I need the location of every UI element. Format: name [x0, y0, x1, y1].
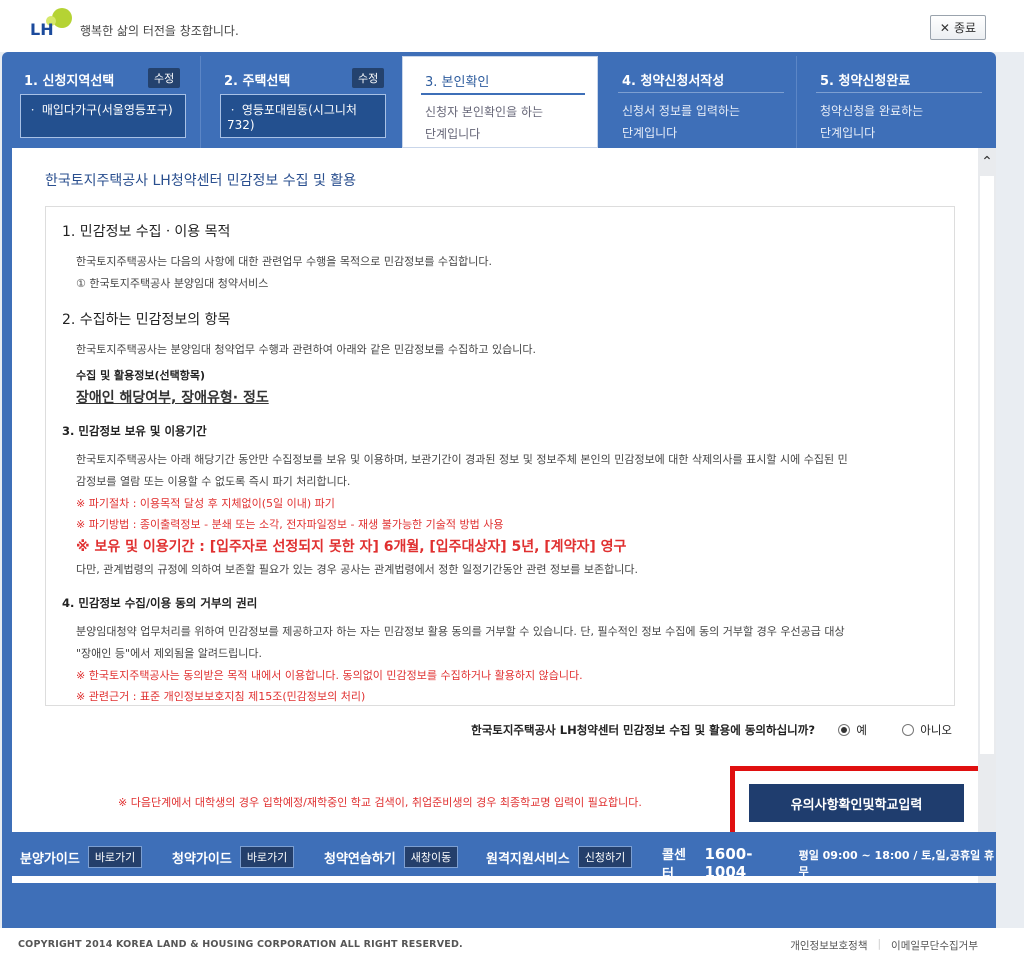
step-4-underline	[618, 92, 784, 93]
step-5-desc: 청약신청을 완료하는 단계입니다	[820, 100, 923, 144]
slogan: 행복한 삶의 터전을 창조합니다.	[80, 24, 239, 38]
s4-notice-2: ※ 관련근거 : 표준 개인정보보호지침 제15조(민감정보의 처리)	[76, 690, 366, 703]
step-5-desc-line2: 단계입니다	[820, 126, 876, 140]
remote-support: 원격지원서비스 신청하기	[486, 846, 633, 868]
s1-item: ① 한국토지주택공사 분양임대 청약서비스	[76, 277, 269, 290]
step-2-edit-button[interactable]: 수정	[352, 68, 385, 88]
s1-title: 1. 민감정보 수집ㆍ이용 목적	[62, 224, 231, 240]
s2-subtitle: 수집 및 활용정보(선택항목)	[76, 369, 206, 382]
step-2-title: 2. 주택선택	[224, 74, 291, 89]
subscription-guide-button[interactable]: 바로가기	[239, 846, 295, 868]
email-refusal-link[interactable]: 이메일무단수집거부	[891, 938, 978, 953]
step-4: 4. 청약신청서작성 신청서 정보를 입력하는 단계입니다	[600, 56, 796, 148]
step-2-selected-value: ㆍ 영등포대림동(시그니처732)	[220, 94, 386, 138]
step-3-underline	[421, 93, 585, 95]
main-frame: 1. 신청지역선택 수정 ㆍ 매입다가구(서울영등포구) 2. 주택선택 수정 …	[2, 52, 996, 928]
agree-yes-label: 예	[856, 723, 867, 737]
bottom-bar: 분양가이드 바로가기 청약가이드 바로가기 청약연습하기 새창이동 원격지원서비…	[2, 832, 996, 882]
step-indicator: 1. 신청지역선택 수정 ㆍ 매입다가구(서울영등포구) 2. 주택선택 수정 …	[2, 52, 996, 148]
logo: LH	[30, 20, 54, 39]
agree-no-label: 아니오	[920, 723, 952, 737]
s1-paragraph: 한국토지주택공사는 다음의 사항에 대한 관련업무 수행을 목적으로 민감정보를…	[76, 255, 493, 268]
s3-destroy-method: ※ 파기방법 : 종이출력정보 - 분쇄 또는 소각, 전자파일정보 - 재생 …	[76, 518, 504, 531]
step-1-edit-button[interactable]: 수정	[148, 68, 181, 88]
call-center-hours: 평일 09:00 ~ 18:00 / 토,일,공휴일 휴무	[798, 849, 995, 878]
practice-button[interactable]: 새창이동	[403, 846, 459, 868]
step-4-title: 4. 청약신청서작성	[622, 74, 725, 89]
step-divider	[796, 56, 797, 148]
step-1: 1. 신청지역선택 수정 ㆍ 매입다가구(서울영등포구)	[2, 56, 200, 148]
s4-title: 4. 민감정보 수집/이용 동의 거부의 권리	[62, 596, 258, 610]
step-4-desc: 신청서 정보를 입력하는 단계입니다	[622, 100, 740, 144]
consent-text-box: 1. 민감정보 수집ㆍ이용 목적 한국토지주택공사는 다음의 사항에 대한 관련…	[45, 206, 955, 706]
top-bar: LH 행복한 삶의 터전을 창조합니다. ✕ 종료	[0, 0, 1024, 52]
step-5-underline	[816, 92, 982, 93]
step-4-desc-line2: 단계입니다	[622, 126, 678, 140]
s2-items: 장애인 해당여부, 장애유형· 정도	[76, 390, 269, 406]
s4-paragraph-1: 분양임대청약 업무처리를 위하여 민감정보를 제공하고자 하는 자는 민감정보 …	[76, 625, 845, 638]
step-4-desc-line1: 신청서 정보를 입력하는	[622, 104, 741, 118]
step-5-desc-line1: 청약신청을 완료하는	[820, 104, 924, 118]
agree-row: 한국토지주택공사 LH청약센터 민감정보 수집 및 활용에 동의하십니까? 예 …	[45, 718, 955, 742]
s3-paragraph-3: 다만, 관계법령의 규정에 의하여 보존할 필요가 있는 경우 공사는 관계법령…	[76, 563, 638, 576]
step-2: 2. 주택선택 수정 ㆍ 영등포대림동(시그니처732)	[202, 56, 400, 148]
practice-label: 청약연습하기	[324, 851, 396, 867]
scrollbar[interactable]: ⌃ ⌄	[978, 148, 996, 883]
s2-title: 2. 수집하는 민감정보의 항목	[62, 312, 231, 328]
step-divider	[200, 56, 201, 148]
call-center: 콜센터 1600-1004 평일 09:00 ~ 18:00 / 토,일,공휴일…	[662, 844, 996, 882]
footer-links: 개인정보보호정책 | 이메일무단수집거부	[790, 938, 978, 953]
section-title: 한국토지주택공사 LH청약센터 민감정보 수집 및 활용	[45, 173, 357, 189]
copyright: COPYRIGHT 2014 KOREA LAND & HOUSING CORP…	[18, 939, 463, 950]
step-3-desc-line1: 신청자 본인확인을 하는	[425, 105, 544, 119]
step-3-desc: 신청자 본인확인을 하는 단계입니다	[425, 101, 543, 145]
step-3-desc-line2: 단계입니다	[425, 127, 481, 141]
step-5: 5. 청약신청완료 청약신청을 완료하는 단계입니다	[798, 56, 994, 148]
next-button[interactable]: 유의사항확인및학교입력	[749, 784, 964, 822]
remote-support-button[interactable]: 신청하기	[577, 846, 633, 868]
sale-guide-button[interactable]: 바로가기	[87, 846, 143, 868]
s4-notice-1: ※ 한국토지주택공사는 동의받은 목적 내에서 이용합니다. 동의없이 민감정보…	[76, 669, 583, 682]
step-1-title: 1. 신청지역선택	[24, 74, 115, 89]
step-1-selected-value: ㆍ 매입다가구(서울영등포구)	[20, 94, 186, 138]
close-icon: ✕	[939, 20, 950, 35]
subscription-guide-label: 청약가이드	[172, 851, 232, 867]
s3-paragraph-2: 감정보를 열람 또는 이용할 수 없도록 즉시 파기 처리합니다.	[76, 475, 351, 488]
step-3-title: 3. 본인확인	[425, 75, 490, 90]
sale-guide-label: 분양가이드	[20, 851, 80, 867]
step-3-active: 3. 본인확인 신청자 본인확인을 하는 단계입니다	[402, 56, 598, 148]
agree-yes-radio[interactable]: 예	[838, 722, 867, 738]
scrollbar-thumb[interactable]	[980, 176, 994, 754]
chevron-up-icon[interactable]: ⌃	[980, 152, 994, 172]
close-label: 종료	[953, 21, 977, 35]
subscription-guide: 청약가이드 바로가기	[172, 846, 295, 868]
footer: COPYRIGHT 2014 KOREA LAND & HOUSING CORP…	[0, 928, 1024, 963]
s4-paragraph-2: "장애인 등"에서 제외됨을 알려드립니다.	[76, 647, 263, 660]
privacy-policy-link[interactable]: 개인정보보호정책	[790, 938, 867, 953]
s3-retention-period: ※ 보유 및 이용기간 : [입주자로 선정되지 못한 자] 6개월, [입주대…	[76, 539, 627, 555]
close-button[interactable]: ✕ 종료	[930, 15, 986, 40]
sale-guide: 분양가이드 바로가기	[20, 846, 143, 868]
s3-paragraph-1: 한국토지주택공사는 아래 해당기간 동안만 수집정보를 보유 및 이용하며, 보…	[76, 453, 848, 466]
footer-divider: |	[877, 938, 882, 950]
call-center-label: 콜센터	[662, 848, 686, 882]
next-step-notice: ※ 다음단계에서 대학생의 경우 입학예정/재학중인 학교 검색이, 취업준비생…	[118, 796, 642, 809]
content-panel: 한국토지주택공사 LH청약센터 민감정보 수집 및 활용 1. 민감정보 수집ㆍ…	[12, 148, 978, 883]
agree-no-radio[interactable]: 아니오	[902, 722, 952, 738]
remote-support-label: 원격지원서비스	[486, 851, 570, 867]
s2-paragraph: 한국토지주택공사는 분양임대 청약업무 수행과 관련하여 아래와 같은 민감정보…	[76, 343, 537, 356]
radio-unchecked-icon[interactable]	[902, 724, 915, 736]
s3-destroy-procedure: ※ 파기절차 : 이용목적 달성 후 지체없이(5일 이내) 파기	[76, 497, 335, 510]
call-center-number: 1600-1004	[704, 845, 753, 881]
agree-question: 한국토지주택공사 LH청약센터 민감정보 수집 및 활용에 동의하십니까?	[471, 723, 815, 737]
practice: 청약연습하기 새창이동	[324, 846, 459, 868]
radio-checked-icon[interactable]	[838, 724, 851, 736]
step-5-title: 5. 청약신청완료	[820, 74, 911, 89]
s3-title: 3. 민감정보 보유 및 이용기간	[62, 424, 207, 438]
